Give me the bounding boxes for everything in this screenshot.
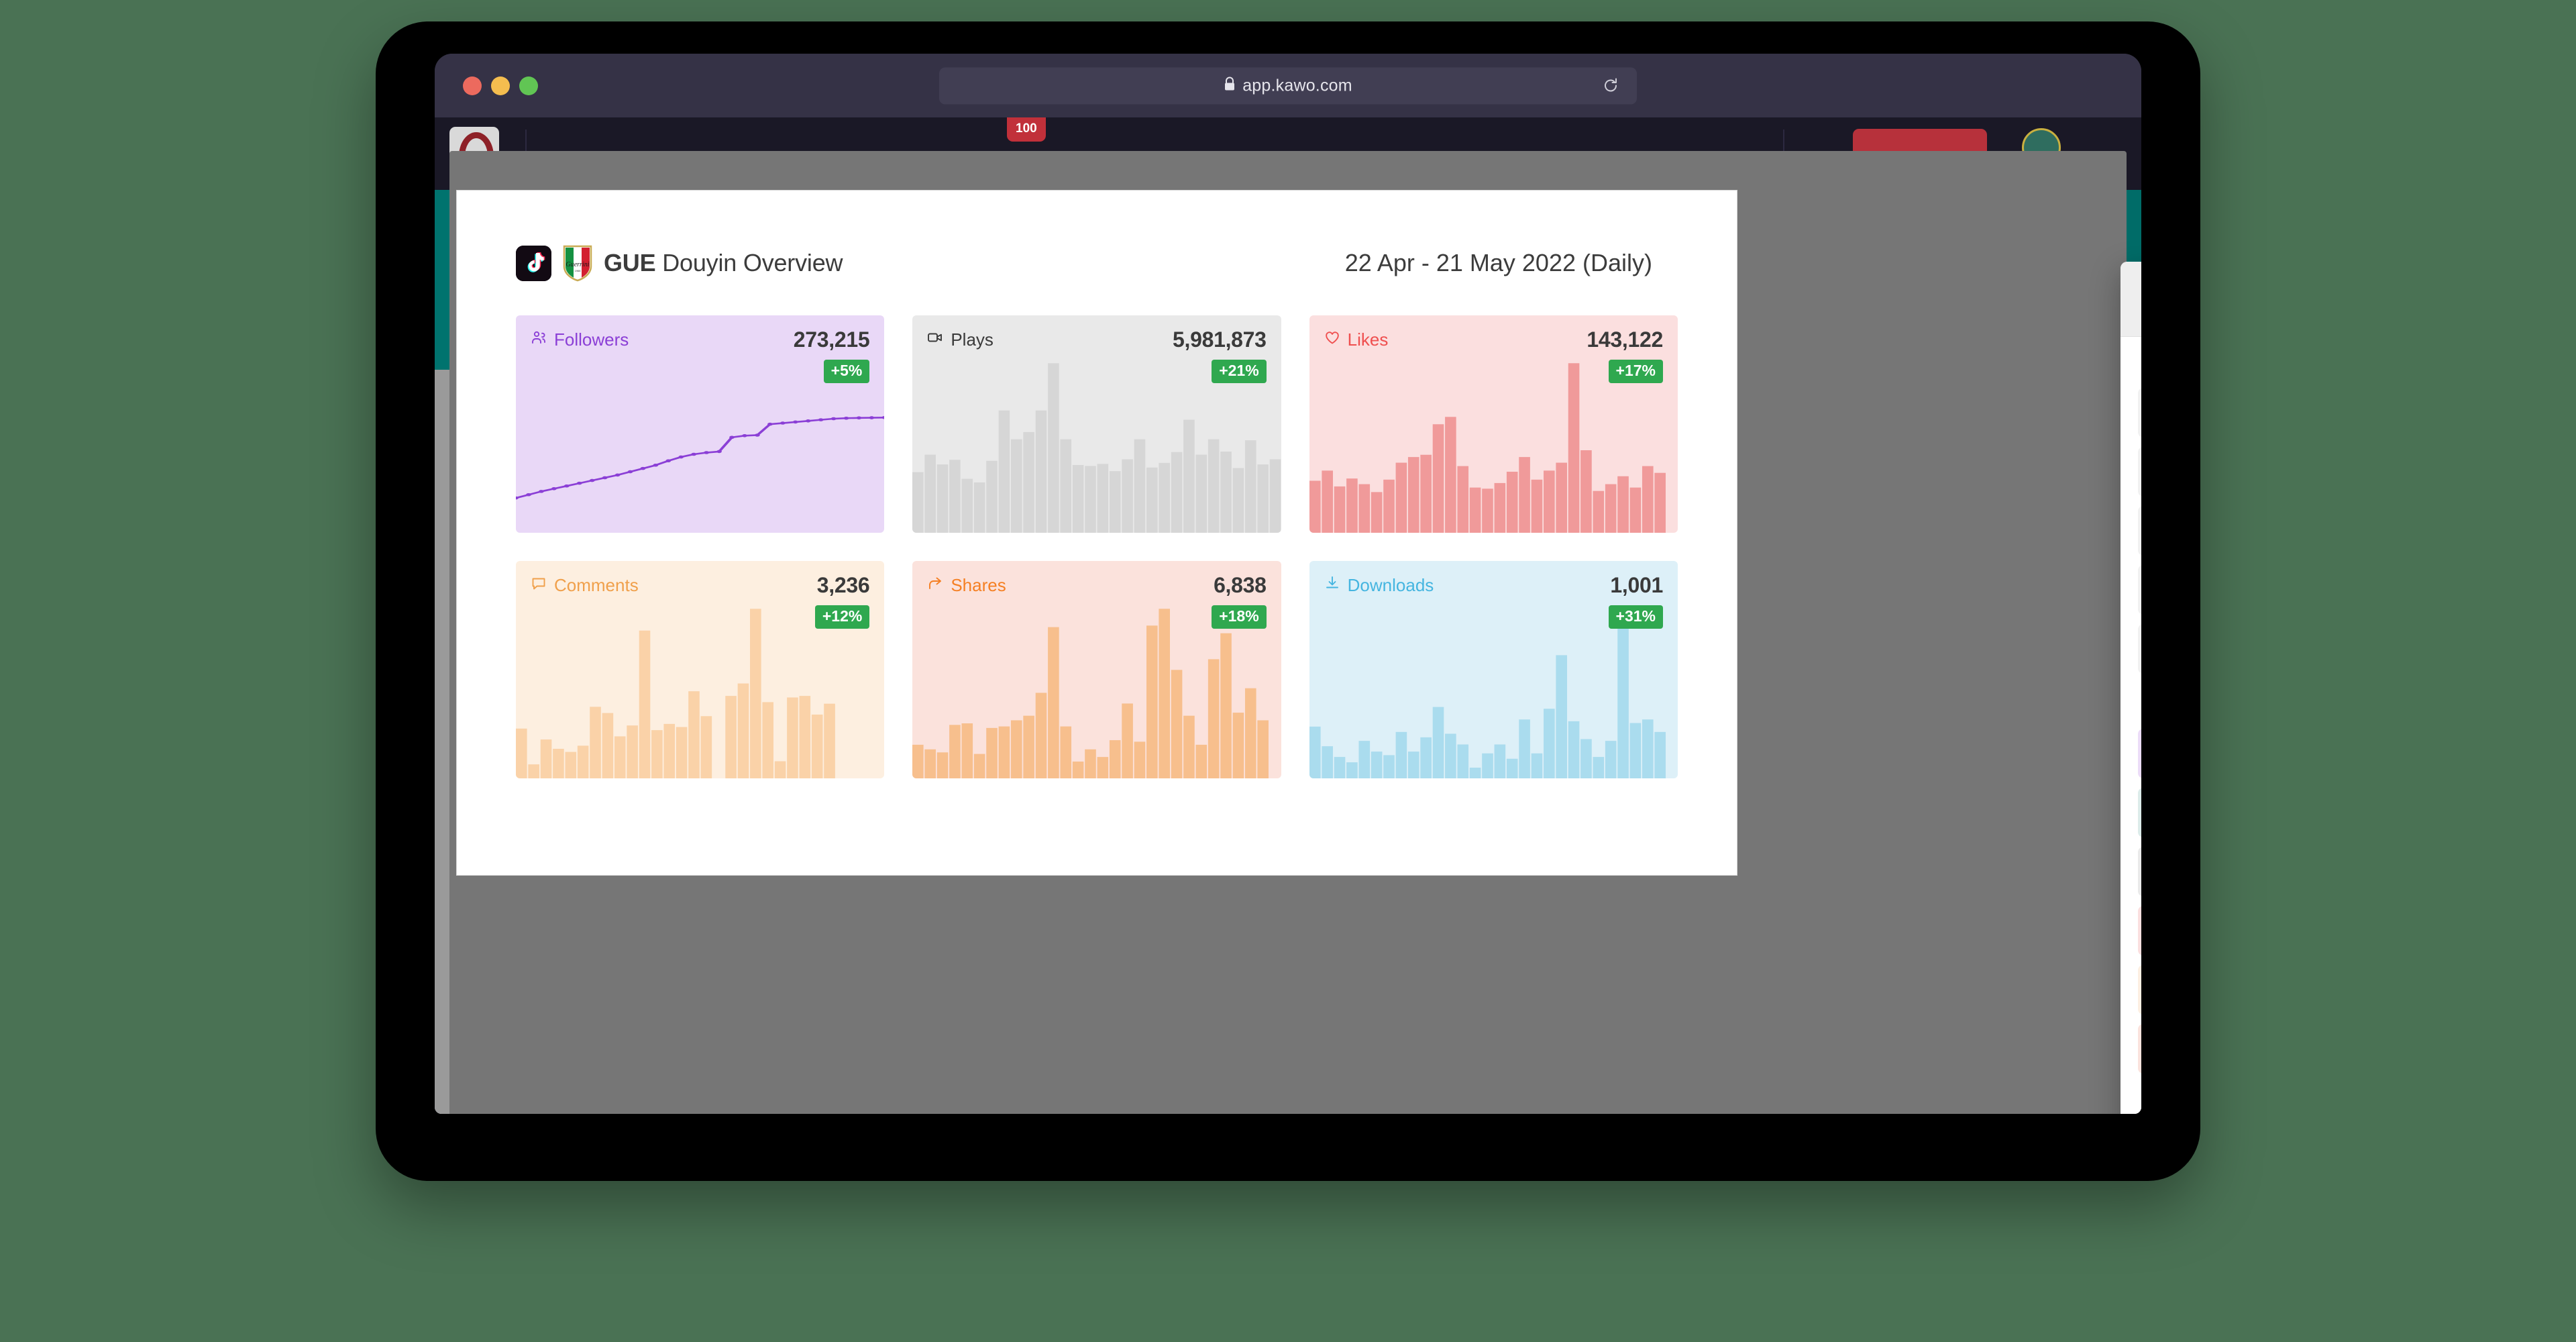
graph-layout-row-show-labels[interactable]: Show Labels	[2138, 506, 2141, 556]
share-arrow-icon	[927, 575, 943, 596]
tiktok-logo-icon	[516, 245, 551, 281]
report-header: Guerrini 1968 GUE Douyin Overview 22 Apr…	[516, 244, 1678, 282]
guerrini-shield-logo-icon: Guerrini 1968	[562, 244, 593, 282]
metric-change-downloads: +31%	[1608, 605, 1663, 629]
window-close-button[interactable]	[463, 76, 482, 95]
metrics-options: Followers Videos Plays Likes Comments Shares	[2138, 729, 2141, 1074]
metric-row-plays[interactable]: Plays	[2138, 847, 2141, 896]
reload-icon[interactable]	[1602, 77, 1619, 95]
metric-card-downloads[interactable]: Downloads 1,001 +31%	[1309, 561, 1678, 778]
metric-card-shares[interactable]: Shares 6,838 +18%	[912, 561, 1281, 778]
metric-row-followers[interactable]: Followers	[2138, 729, 2141, 778]
graph-layout-row-background-color[interactable]: Background Color	[2138, 388, 2141, 437]
web-page-viewport: 100 Guerrini 1968 GUE Douyin Overview 22…	[435, 117, 2141, 1114]
metric-value-plays: 5,981,873	[1172, 327, 1267, 352]
page-title: GUE Douyin Overview	[604, 249, 843, 277]
report-preview-card: Guerrini 1968 GUE Douyin Overview 22 Apr…	[456, 190, 1737, 876]
window-minimize-button[interactable]	[491, 76, 510, 95]
metric-row-comments[interactable]: Comments	[2138, 965, 2141, 1015]
lock-icon	[1224, 76, 1236, 95]
metric-card-comments[interactable]: Comments 3,236 +12%	[516, 561, 885, 778]
metric-cards-grid: Followers 273,215 +5% Plays 5,981,873 +21% Lik…	[516, 315, 1678, 778]
graph-layout-row-show-change-numbers[interactable]: Show Change Numbers	[2138, 565, 2141, 615]
metric-label-shares: Shares	[951, 575, 1006, 595]
metric-label-followers: Followers	[554, 329, 629, 350]
address-bar[interactable]: app.kawo.com	[939, 67, 1637, 104]
metric-value-followers: 273,215	[793, 327, 870, 352]
video-camera-icon	[927, 329, 943, 350]
metric-value-likes: 143,122	[1587, 327, 1663, 352]
svg-text:1968: 1968	[575, 269, 582, 272]
notification-badge[interactable]: 100	[1007, 117, 1046, 142]
graph-layout-row-show-header[interactable]: Show Header	[2138, 447, 2141, 497]
metric-card-plays[interactable]: Plays 5,981,873 +21%	[912, 315, 1281, 533]
graph-layout-options: Background Color Show Header Show Labels Sh…	[2138, 388, 2141, 674]
metric-change-likes: +17%	[1608, 360, 1663, 383]
metric-change-shares: +18%	[1212, 605, 1267, 629]
window-zoom-button[interactable]	[519, 76, 538, 95]
metric-card-followers[interactable]: Followers 273,215 +5%	[516, 315, 885, 533]
settings-panel-body: GRAPH LAYOUT Background ColorShow Header…	[2121, 337, 2141, 1114]
heart-icon	[1324, 329, 1340, 350]
metric-value-comments: 3,236	[816, 573, 870, 597]
report-date-range: 22 Apr - 21 May 2022 (Daily)	[1344, 249, 1652, 276]
metric-label-comments: Comments	[554, 575, 639, 595]
metric-value-downloads: 1,001	[1610, 573, 1663, 597]
settings-panel-header: Settings	[2121, 262, 2141, 337]
svg-text:Guerrini: Guerrini	[566, 261, 590, 268]
metric-row-shares[interactable]: Shares	[2138, 1024, 2141, 1074]
metric-change-comments: +12%	[814, 605, 870, 629]
metric-change-followers: +5%	[823, 360, 870, 383]
settings-panel: Settings GRAPH LAYOUT Background ColorSh…	[2121, 262, 2141, 1114]
metric-card-likes[interactable]: Likes 143,122 +17%	[1309, 315, 1678, 533]
metric-label-plays: Plays	[951, 329, 994, 350]
report-brand: GUE	[604, 249, 656, 276]
browser-chrome-bar: app.kawo.com	[435, 54, 2141, 117]
download-icon	[1324, 575, 1340, 596]
metric-row-videos[interactable]: Videos	[2138, 788, 2141, 837]
metric-change-plays: +21%	[1212, 360, 1267, 383]
graph-layout-row-show-graphs[interactable]: Show Graphs	[2138, 624, 2141, 674]
browser-window: app.kawo.com 100 Guerrini 1968 GUE Douyi…	[435, 54, 2141, 1114]
metric-row-likes[interactable]: Likes	[2138, 906, 2141, 956]
address-bar-url: app.kawo.com	[1242, 76, 1352, 95]
metric-label-likes: Likes	[1347, 329, 1389, 350]
users-icon	[531, 329, 547, 350]
comment-bubble-icon	[531, 575, 547, 596]
metric-value-shares: 6,838	[1214, 573, 1267, 597]
metric-label-downloads: Downloads	[1347, 575, 1434, 595]
report-title-rest: Douyin Overview	[655, 249, 843, 276]
